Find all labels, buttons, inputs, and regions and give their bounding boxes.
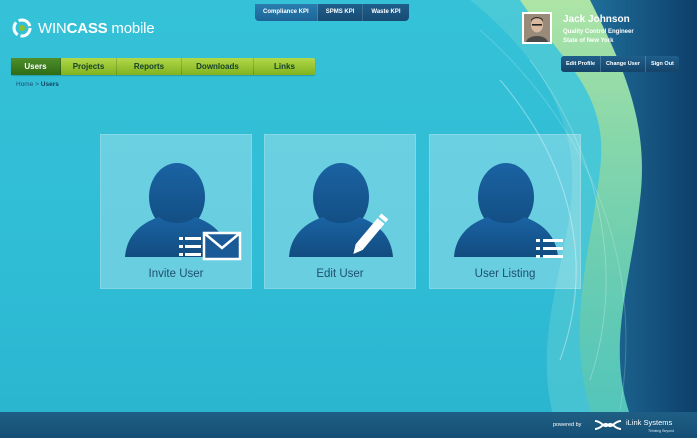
edit-user-icon <box>289 163 393 257</box>
nav-item-projects[interactable]: Projects <box>61 58 117 75</box>
nav-item-users[interactable]: Users <box>11 58 61 75</box>
profile-state: State of New York <box>563 38 614 44</box>
tab-waste-kpi[interactable]: Waste KPI <box>363 4 408 21</box>
nav-item-reports[interactable]: Reports <box>117 58 182 75</box>
company-name[interactable]: iLink Systems <box>626 418 672 427</box>
edit-user-tile[interactable]: Edit User <box>264 134 416 289</box>
sign-out-button[interactable]: Sign Out <box>646 56 679 72</box>
company-tagline: Thinking Beyond <box>648 429 675 433</box>
app-logo[interactable]: WINCASS mobile <box>12 18 155 38</box>
nav-item-downloads[interactable]: Downloads <box>182 58 254 75</box>
invite-user-tile[interactable]: Invite User <box>100 134 252 289</box>
wincass-logo-icon <box>12 18 32 38</box>
breadcrumb-separator: > <box>33 81 41 88</box>
breadcrumb: Home > Users <box>16 81 59 88</box>
main-navigation: Users Projects Reports Downloads Links <box>11 58 315 75</box>
nav-item-links[interactable]: Links <box>254 58 315 75</box>
profile-actions: Edit Profile Change User Sign Out <box>561 56 679 72</box>
tab-spms-kpi[interactable]: SPMS KPI <box>318 4 364 21</box>
app-screen: WINCASS mobile Compliance KPI SPMS KPI W… <box>0 0 697 438</box>
tile-label: Edit User <box>316 268 364 280</box>
avatar-photo <box>524 14 550 42</box>
tile-label: Invite User <box>148 268 204 280</box>
breadcrumb-current: Users <box>40 81 59 88</box>
user-listing-icon <box>454 163 563 258</box>
user-avatar[interactable] <box>522 12 552 44</box>
profile-role: Quality Control Engineer <box>563 29 634 35</box>
ilink-logo-icon <box>594 420 622 430</box>
powered-by-text: powered by <box>553 422 582 428</box>
tab-compliance-kpi[interactable]: Compliance KPI <box>255 4 318 21</box>
breadcrumb-home-link[interactable]: Home <box>16 81 33 88</box>
footer: powered by iLink Systems Thinking Beyond <box>0 412 697 438</box>
edit-profile-button[interactable]: Edit Profile <box>561 56 602 72</box>
change-user-button[interactable]: Change User <box>601 56 646 72</box>
kpi-tabs: Compliance KPI SPMS KPI Waste KPI <box>255 4 409 21</box>
tile-label: User Listing <box>474 268 536 280</box>
invite-user-icon <box>125 163 242 261</box>
app-name: WINCASS mobile <box>38 19 155 37</box>
user-listing-tile[interactable]: User Listing <box>429 134 581 289</box>
profile-name: Jack Johnson <box>563 14 630 25</box>
